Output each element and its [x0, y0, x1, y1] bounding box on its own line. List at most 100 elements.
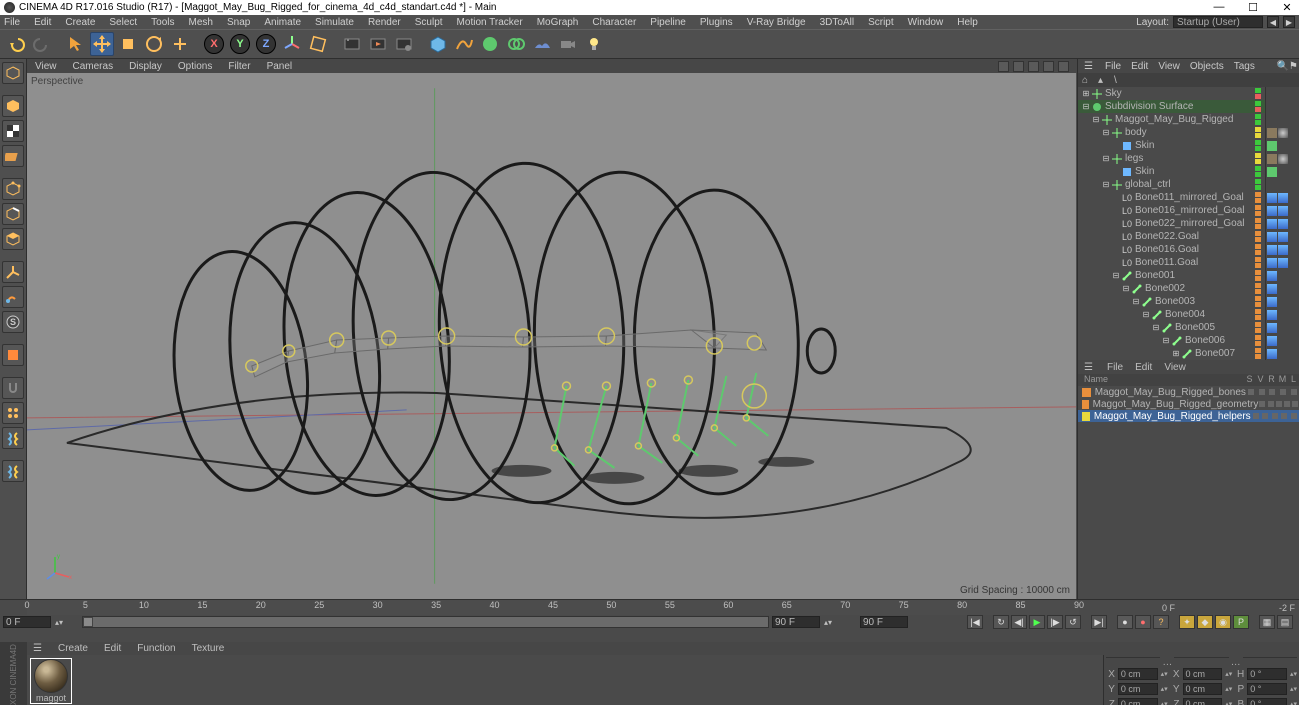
- tree-toggle[interactable]: ⊟: [1132, 298, 1140, 306]
- tag-check-icon[interactable]: [1267, 141, 1277, 151]
- tree-item[interactable]: ⊟Bone004: [1078, 308, 1265, 321]
- menu-simulate[interactable]: Simulate: [315, 17, 354, 28]
- tree-item[interactable]: ⊟Subdivision Surface: [1078, 100, 1265, 113]
- om-search-icon[interactable]: 🔍: [1277, 61, 1287, 71]
- model-mode-button[interactable]: [2, 95, 24, 117]
- rotate-tool-button[interactable]: [142, 32, 166, 56]
- snap-toggle-button[interactable]: [2, 377, 24, 399]
- render-view-button[interactable]: [340, 32, 364, 56]
- tree-toggle[interactable]: [1112, 142, 1120, 150]
- key-pos-button[interactable]: ✦: [1179, 615, 1195, 629]
- tree-item[interactable]: L0Bone022_mirrored_Goal: [1078, 217, 1265, 230]
- coord-X-pos-field[interactable]: 0 cm: [1118, 668, 1158, 680]
- tag-ik-icon[interactable]: [1267, 232, 1277, 242]
- menu-select[interactable]: Select: [109, 17, 137, 28]
- tree-item[interactable]: Skin: [1078, 139, 1265, 152]
- object-tree[interactable]: ⊞Sky⊟Subdivision Surface⊟Maggot_May_Bug_…: [1078, 87, 1265, 360]
- add-camera-button[interactable]: [556, 32, 580, 56]
- key-pla-button[interactable]: P: [1233, 615, 1249, 629]
- menu-help[interactable]: Help: [957, 17, 978, 28]
- tag-ik-icon[interactable]: [1267, 336, 1277, 346]
- goto-start-button[interactable]: |◀: [967, 615, 983, 629]
- material-manager[interactable]: maggot: [27, 655, 1103, 705]
- layer-flag[interactable]: [1251, 412, 1261, 421]
- menu-mograph[interactable]: MoGraph: [537, 17, 579, 28]
- autokey-button[interactable]: ●: [1117, 615, 1133, 629]
- vp-menu-display[interactable]: Display: [129, 61, 162, 72]
- axis-mode-button[interactable]: [2, 261, 24, 283]
- tree-toggle[interactable]: ⊟: [1092, 116, 1100, 124]
- om-menu-objects[interactable]: Objects: [1190, 61, 1224, 72]
- tree-item[interactable]: ⊟Bone005: [1078, 321, 1265, 334]
- tag-ik-icon[interactable]: [1267, 219, 1277, 229]
- tree-item[interactable]: ⊟global_ctrl: [1078, 178, 1265, 191]
- vp-menu-cameras[interactable]: Cameras: [73, 61, 114, 72]
- tag-fabric-icon[interactable]: [1267, 154, 1277, 164]
- tag-row[interactable]: [1266, 321, 1299, 334]
- menu-motiontracker[interactable]: Motion Tracker: [457, 17, 523, 28]
- menu-file[interactable]: File: [4, 17, 20, 28]
- y-axis-lock-button[interactable]: Y: [228, 32, 252, 56]
- coord-Y-size-field[interactable]: 0 cm: [1183, 683, 1223, 695]
- tree-toggle[interactable]: ⊟: [1142, 311, 1150, 319]
- tree-item[interactable]: L0Bone011.Goal: [1078, 256, 1265, 269]
- undo-button[interactable]: [4, 32, 28, 56]
- maximize-button[interactable]: ☐: [1245, 1, 1261, 14]
- coord-B-rot-field[interactable]: 0 °: [1247, 698, 1287, 705]
- vp-menu-filter[interactable]: Filter: [228, 61, 250, 72]
- tree-item[interactable]: L0Bone016_mirrored_Goal: [1078, 204, 1265, 217]
- make-editable-button[interactable]: [2, 62, 24, 84]
- tag-row[interactable]: [1266, 113, 1299, 126]
- edge-mode-button[interactable]: [2, 203, 24, 225]
- layer-flag[interactable]: [1267, 388, 1278, 397]
- tag-check-icon[interactable]: [1267, 167, 1277, 177]
- layer-menu-edit[interactable]: Edit: [1135, 362, 1152, 373]
- om-menu-view[interactable]: View: [1158, 61, 1180, 72]
- tree-item[interactable]: Skin: [1078, 165, 1265, 178]
- keymode2-button[interactable]: ▤: [1277, 615, 1293, 629]
- hamburger-icon[interactable]: ☰: [1084, 61, 1093, 72]
- tag-row[interactable]: [1266, 100, 1299, 113]
- layer-flag[interactable]: [1266, 400, 1274, 409]
- layer-flag[interactable]: [1278, 388, 1289, 397]
- tree-item[interactable]: L0Bone016.Goal: [1078, 243, 1265, 256]
- viewport-solo-button[interactable]: [2, 344, 24, 366]
- tree-item[interactable]: ⊞Sky: [1078, 87, 1265, 100]
- tree-item[interactable]: ⊟legs: [1078, 152, 1265, 165]
- menu-mesh[interactable]: Mesh: [189, 17, 213, 28]
- material-item[interactable]: maggot: [30, 658, 72, 704]
- layer-flag[interactable]: [1260, 412, 1270, 421]
- menu-dtoall[interactable]: 3DToAll: [820, 17, 854, 28]
- tree-toggle[interactable]: ⊞: [1172, 350, 1180, 358]
- tree-item[interactable]: ⊟Bone006: [1078, 334, 1265, 347]
- tag-row[interactable]: [1266, 87, 1299, 100]
- tag-row[interactable]: [1266, 269, 1299, 282]
- layer-menu-view[interactable]: View: [1164, 362, 1186, 373]
- coord-P-rot-field[interactable]: 0 °: [1247, 683, 1287, 695]
- close-button[interactable]: ✕: [1279, 1, 1295, 14]
- point-mode-button[interactable]: [2, 178, 24, 200]
- tree-item[interactable]: ⊟Bone001: [1078, 269, 1265, 282]
- tree-toggle[interactable]: ⊟: [1112, 272, 1120, 280]
- mat-menu-texture[interactable]: Texture: [192, 643, 225, 654]
- menu-tools[interactable]: Tools: [151, 17, 174, 28]
- layer-color-swatch[interactable]: [1082, 412, 1090, 421]
- vp-zoom-icon[interactable]: [1028, 61, 1039, 72]
- tag-row[interactable]: [1266, 217, 1299, 230]
- layer-flag[interactable]: [1280, 412, 1290, 421]
- add-cube-button[interactable]: [426, 32, 450, 56]
- menu-edit[interactable]: Edit: [34, 17, 51, 28]
- menu-character[interactable]: Character: [592, 17, 636, 28]
- menu-vraybridge[interactable]: V-Ray Bridge: [747, 17, 806, 28]
- tree-toggle[interactable]: ⊟: [1102, 129, 1110, 137]
- tag-fabric-icon[interactable]: [1267, 128, 1277, 138]
- tree-item[interactable]: ⊟Maggot_May_Bug_Rigged: [1078, 113, 1265, 126]
- tag-ik-icon[interactable]: [1267, 297, 1277, 307]
- layer-flag[interactable]: [1258, 400, 1266, 409]
- key-scale-button[interactable]: ◆: [1197, 615, 1213, 629]
- om-menu-edit[interactable]: Edit: [1131, 61, 1148, 72]
- add-spline-button[interactable]: [452, 32, 476, 56]
- select-tool-button[interactable]: [64, 32, 88, 56]
- play-button[interactable]: ▶: [1029, 615, 1045, 629]
- add-environment-button[interactable]: [530, 32, 554, 56]
